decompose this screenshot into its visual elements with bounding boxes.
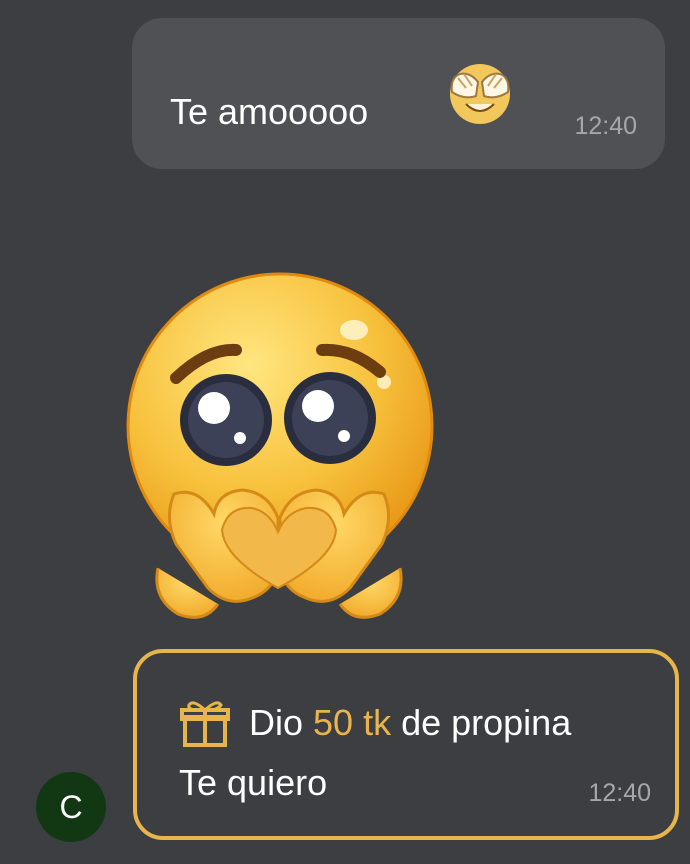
gift-description: Dio 50 tk de propina	[249, 697, 571, 749]
gift-time: 12:40	[588, 779, 651, 807]
gift-icon	[180, 701, 230, 747]
pleading-face-heart-hands-sticker[interactable]	[118, 268, 440, 632]
see-no-evil-face-icon	[450, 64, 510, 124]
gift-prefix: Dio	[249, 702, 314, 743]
gift-note: Te quiero	[179, 762, 328, 803]
message-text: Te amooooo	[170, 91, 369, 132]
message-time: 12:40	[574, 112, 637, 140]
gift-message-bubble[interactable]: Dio 50 tk de propina Te quiero 12:40	[133, 649, 679, 840]
gift-amount: 50 tk	[313, 702, 392, 743]
message-bubble[interactable]: Te amooooo 12:40	[132, 18, 665, 169]
avatar[interactable]: C	[36, 772, 106, 842]
gift-suffix: de propina	[391, 702, 572, 743]
